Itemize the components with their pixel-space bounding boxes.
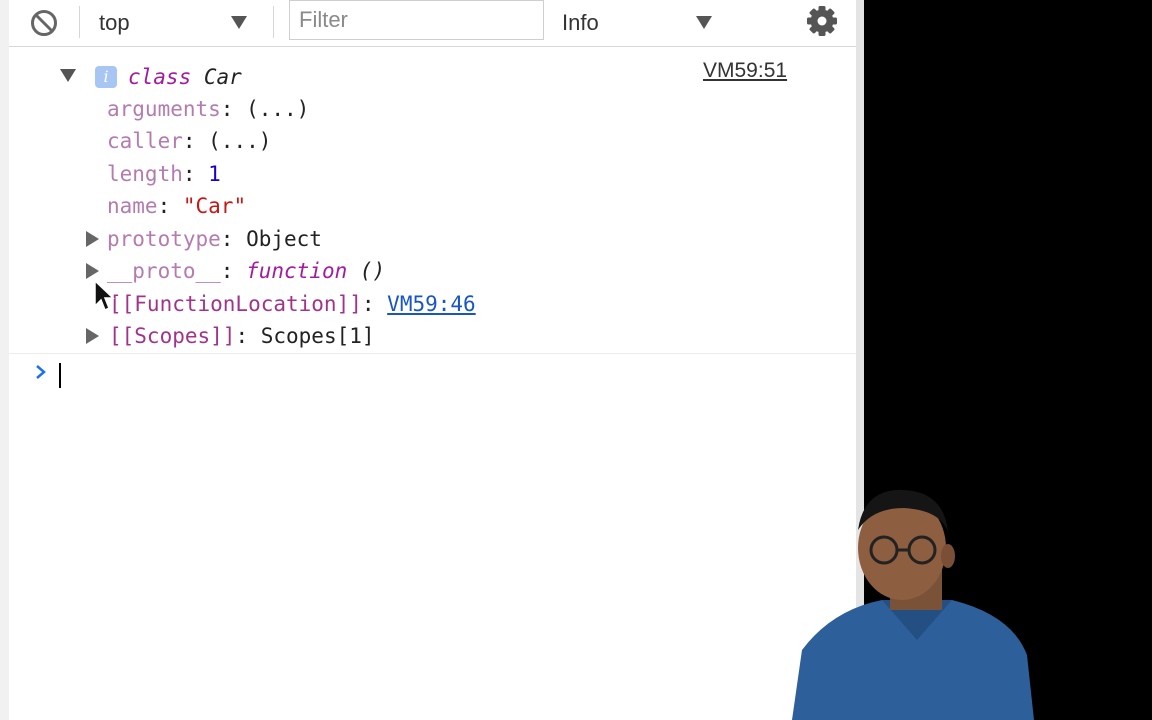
log-level-value: Info — [562, 10, 599, 35]
gear-icon[interactable] — [806, 5, 838, 37]
property-row[interactable]: arguments: (...) — [107, 93, 309, 125]
toolbar-divider — [79, 6, 80, 38]
property-name: name — [107, 194, 158, 218]
expand-triangle-icon[interactable] — [86, 263, 99, 279]
property-name: length — [107, 162, 183, 186]
log-level-chevron-down-icon — [696, 16, 712, 29]
console-entry-header[interactable]: class Car — [128, 61, 242, 93]
property-name: [[Scopes]] — [109, 324, 236, 348]
property-row: [[FunctionLocation]]: VM59:46 — [109, 292, 476, 316]
property-value: (...) — [246, 97, 310, 121]
property-row[interactable]: [[Scopes]]: Scopes[1] — [109, 320, 375, 352]
property-row: name: "Car" — [107, 194, 247, 218]
expand-triangle-icon[interactable] — [86, 328, 99, 344]
class-keyword: class — [128, 65, 192, 89]
property-value: Scopes[1] — [260, 324, 375, 348]
function-keyword: function — [246, 259, 348, 283]
console-prompt-input[interactable] — [59, 363, 61, 388]
property-name: prototype — [107, 227, 221, 251]
clear-console-icon[interactable] — [29, 8, 59, 38]
log-level-selector[interactable]: Info — [554, 4, 732, 40]
property-name: arguments — [107, 97, 221, 121]
class-name: Car — [203, 65, 242, 89]
source-link[interactable]: VM59:51 — [703, 59, 787, 83]
property-row: length: 1 — [107, 162, 221, 186]
function-location-link[interactable]: VM59:46 — [387, 292, 476, 316]
devtools-console-panel: top Info i class Car VM59:51 — [0, 0, 858, 720]
property-row[interactable]: caller: (...) — [107, 125, 271, 157]
property-name: [[FunctionLocation]] — [109, 292, 362, 316]
console-divider — [9, 353, 858, 354]
filter-input[interactable] — [289, 0, 544, 40]
mouse-pointer-icon — [94, 279, 115, 312]
prompt-chevron-icon — [36, 365, 46, 379]
toolbar-divider — [273, 6, 274, 38]
expand-triangle-icon[interactable] — [86, 231, 99, 247]
property-name: __proto__ — [107, 259, 221, 283]
context-selector-value: top — [99, 10, 130, 35]
property-name: caller — [107, 129, 183, 153]
context-chevron-down-icon — [231, 16, 247, 29]
collapse-triangle-icon[interactable] — [60, 69, 76, 82]
info-icon: i — [95, 66, 117, 88]
console-output: i class Car VM59:51 arguments: (...) cal… — [9, 47, 858, 720]
property-value: Object — [246, 227, 322, 251]
console-toolbar: top Info — [9, 0, 858, 47]
presenter-webcam — [792, 489, 1034, 720]
property-value: (...) — [208, 129, 272, 153]
context-selector[interactable]: top — [88, 4, 260, 40]
property-value: "Car" — [182, 194, 247, 218]
property-value: 1 — [208, 162, 221, 186]
property-value: () — [359, 259, 386, 283]
property-row[interactable]: prototype: Object — [107, 223, 322, 255]
property-row[interactable]: __proto__: function () — [107, 255, 385, 287]
